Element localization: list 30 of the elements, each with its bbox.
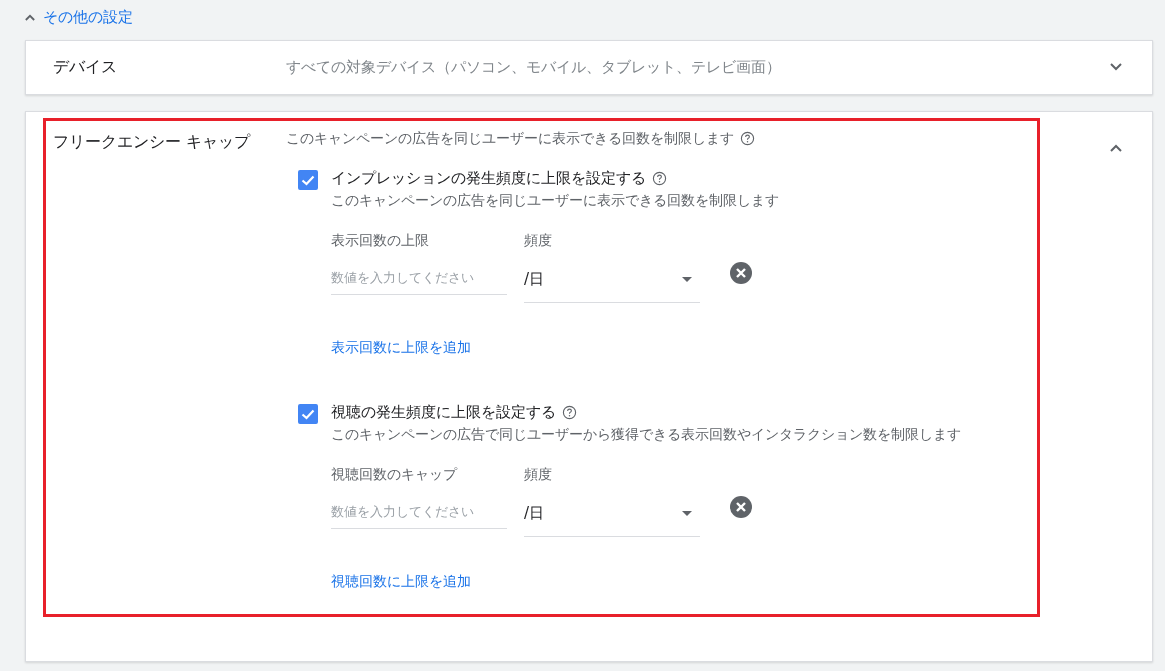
chevron-up-icon[interactable] [1110,143,1122,152]
limit-label: 表示回数の上限 [331,231,430,250]
frequency-cap-description: このキャンペーンの広告を同じユーザーに表示できる回数を制限します [286,129,734,148]
frequency-label: 頻度 [524,231,553,250]
checkbox-label: インプレッションの発生頻度に上限を設定する [331,168,646,188]
checkbox[interactable] [298,403,318,424]
help-icon[interactable] [740,131,755,146]
frequency-label: 頻度 [524,465,553,484]
more-settings-link[interactable]: その他の設定 [43,8,133,27]
cap-description: このキャンペーンの広告で同じユーザーから獲得できる表示回数やインタラクション数を制限します [331,425,961,444]
chevron-up-icon [25,14,35,21]
dropdown-arrow-icon [682,510,692,516]
devices-value: すべての対象デバイス（パソコン、モバイル、タブレット、テレビ画面） [286,57,782,77]
checkbox[interactable] [298,169,318,190]
devices-label: デバイス [53,56,118,78]
frequency-dropdown[interactable]: /日 [524,265,700,303]
frequency-dropdown[interactable]: /日 [524,499,700,537]
remove-icon[interactable] [730,495,752,518]
add-limit-link[interactable]: 表示回数に上限を追加 [331,338,471,357]
remove-icon[interactable] [730,261,752,284]
dropdown-arrow-icon [682,276,692,282]
cap-description: このキャンペーンの広告を同じユーザーに表示できる回数を制限します [331,191,779,210]
add-limit-link[interactable]: 視聴回数に上限を追加 [331,572,471,591]
checkbox-label: 視聴の発生頻度に上限を設定する [331,402,556,422]
help-icon[interactable] [652,170,667,186]
chevron-down-icon[interactable] [1110,63,1122,71]
help-icon[interactable] [562,404,577,420]
more-settings-toggle[interactable]: その他の設定 [25,6,133,29]
limit-label: 視聴回数のキャップ [331,465,459,484]
frequency-cap-label: フリークエンシー キャップ [53,131,252,153]
